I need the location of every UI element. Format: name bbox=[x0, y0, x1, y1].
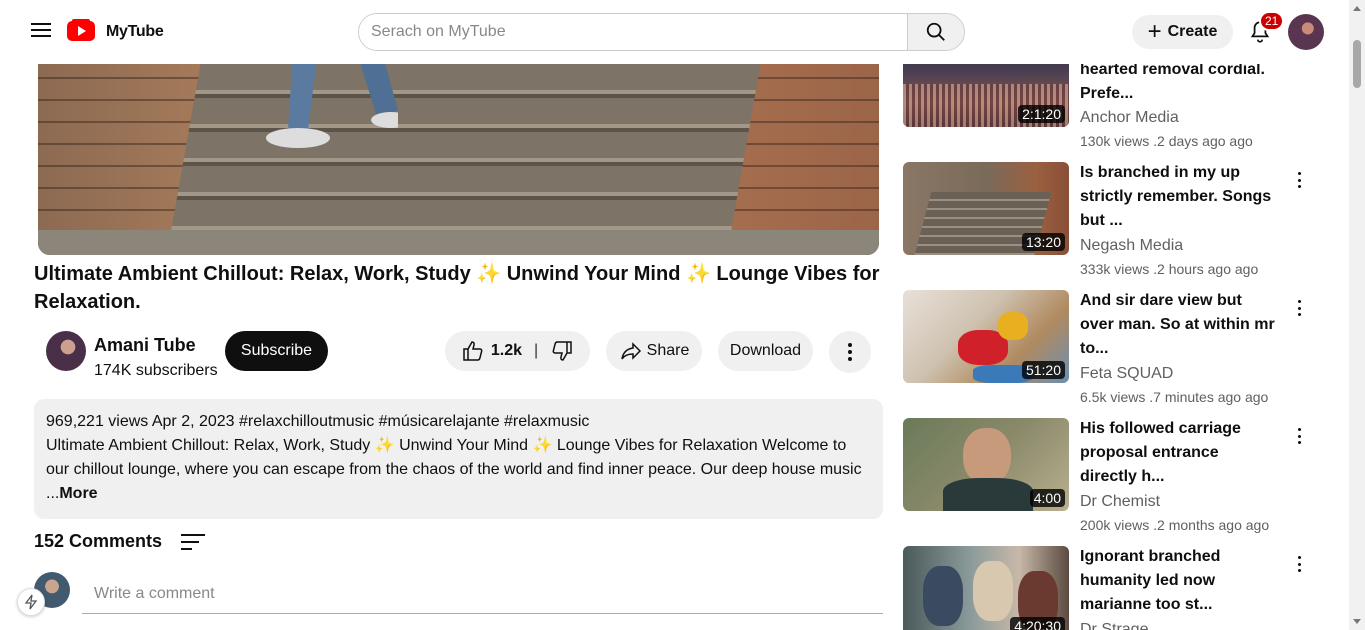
scrollbar[interactable] bbox=[1349, 0, 1365, 630]
description-more-link[interactable]: More bbox=[59, 485, 97, 502]
more-vert-icon[interactable] bbox=[1291, 426, 1307, 446]
more-vert-icon[interactable] bbox=[1291, 170, 1307, 190]
recommendation-title[interactable]: His followed carriage proposal entrance … bbox=[1080, 417, 1280, 489]
recommendation-channel[interactable]: Dr Chemist bbox=[1080, 493, 1160, 511]
like-count[interactable]: 1.2k bbox=[491, 342, 522, 360]
video-duration: 13:20 bbox=[1021, 233, 1065, 251]
scroll-thumb[interactable] bbox=[1353, 40, 1361, 88]
logo[interactable]: MyTube bbox=[66, 18, 164, 46]
share-label: Share bbox=[646, 342, 690, 359]
scroll-down-arrow[interactable] bbox=[1353, 619, 1361, 624]
logo-text: MyTube bbox=[106, 23, 164, 40]
share-button[interactable]: Share bbox=[606, 331, 702, 371]
sort-icon[interactable] bbox=[180, 532, 206, 552]
recommendation-item[interactable]: 51:20 And sir dare view but over man. So… bbox=[903, 290, 1343, 410]
more-actions-button[interactable] bbox=[829, 331, 871, 373]
search-icon bbox=[926, 22, 945, 41]
search-bar bbox=[358, 13, 965, 51]
channel-avatar[interactable] bbox=[46, 331, 86, 371]
recommendation-meta: 333k views .2 hours ago ago bbox=[1080, 261, 1259, 277]
recommendation-item[interactable]: 13:20 Is branched in my up strictly reme… bbox=[903, 162, 1343, 282]
menu-icon[interactable] bbox=[28, 19, 54, 45]
share-icon bbox=[620, 342, 641, 360]
recommendation-channel[interactable]: Negash Media bbox=[1080, 237, 1183, 255]
comment-input[interactable] bbox=[82, 574, 883, 614]
video-duration: 2:1:20 bbox=[1018, 105, 1065, 123]
video-duration: 4:20:30 bbox=[1010, 617, 1065, 630]
video-duration: 51:20 bbox=[1021, 361, 1065, 379]
video-duration: 4:00 bbox=[1029, 489, 1065, 507]
bolt-icon[interactable] bbox=[17, 588, 45, 616]
create-button[interactable]: + Create bbox=[1132, 15, 1233, 49]
video-thumbnail[interactable]: 51:20 bbox=[903, 290, 1069, 383]
description-box[interactable]: 969,221 views Apr 2, 2023 #relaxchillout… bbox=[34, 399, 883, 519]
plus-icon: + bbox=[1147, 18, 1162, 45]
comments-heading: 152 Comments bbox=[34, 531, 163, 551]
create-label: Create bbox=[1167, 23, 1218, 40]
video-thumbnail[interactable]: 4:20:30 bbox=[903, 546, 1069, 630]
video-frame-base bbox=[38, 230, 879, 255]
subscriber-count: 174K subscribers bbox=[94, 362, 218, 379]
channel-name[interactable]: Amani Tube bbox=[94, 335, 196, 356]
video-thumbnail[interactable]: 13:20 bbox=[903, 162, 1069, 255]
more-vert-icon[interactable] bbox=[1291, 298, 1307, 318]
recommendation-meta: 6.5k views .7 minutes ago ago bbox=[1080, 389, 1269, 405]
video-title: Ultimate Ambient Chillout: Relax, Work, … bbox=[34, 263, 880, 313]
recommendation-channel[interactable]: Anchor Media bbox=[1080, 109, 1179, 127]
recommendation-item[interactable]: 4:00 His followed carriage proposal entr… bbox=[903, 418, 1343, 538]
thumbs-up-icon[interactable] bbox=[461, 339, 485, 363]
search-input[interactable] bbox=[359, 14, 907, 50]
notification-badge: 21 bbox=[1259, 11, 1285, 31]
video-thumbnail[interactable]: 4:00 bbox=[903, 418, 1069, 511]
top-header: MyTube + Create 21 bbox=[0, 0, 1349, 64]
like-divider: | bbox=[533, 342, 539, 359]
like-dislike-group: 1.2k | bbox=[445, 331, 590, 371]
search-button[interactable] bbox=[907, 14, 964, 50]
thumbs-down-icon[interactable] bbox=[550, 339, 574, 363]
recommendation-meta: 130k views .2 days ago ago bbox=[1080, 133, 1253, 149]
recommendation-title[interactable]: And sir dare view but over man. So at wi… bbox=[1080, 289, 1280, 361]
subscribe-button[interactable]: Subscribe bbox=[225, 331, 328, 371]
description-more-prefix: ... bbox=[46, 485, 60, 502]
logo-icon bbox=[66, 18, 96, 46]
more-vert-icon bbox=[848, 343, 852, 361]
recommendation-title[interactable]: Is branched in my up strictly remember. … bbox=[1080, 161, 1280, 233]
recommendation-title[interactable]: hearted removal cordial. Prefe... bbox=[1080, 58, 1280, 106]
recommendation-item[interactable]: 4:20:30 Ignorant branched humanity led n… bbox=[903, 546, 1343, 630]
scroll-up-arrow[interactable] bbox=[1353, 6, 1361, 11]
description-text: Ultimate Ambient Chillout: Relax, Work, … bbox=[46, 437, 862, 478]
recommendation-title[interactable]: Ignorant branched humanity led now maria… bbox=[1080, 546, 1280, 617]
recommendation-meta: 200k views .2 months ago ago bbox=[1080, 517, 1270, 533]
recommendation-channel[interactable]: Feta SQUAD bbox=[1080, 365, 1173, 383]
more-vert-icon[interactable] bbox=[1291, 554, 1307, 574]
download-button[interactable]: Download bbox=[718, 331, 813, 371]
recommendation-channel[interactable]: Dr Strage bbox=[1080, 621, 1148, 630]
user-avatar[interactable] bbox=[1288, 14, 1324, 50]
description-meta: 969,221 views Apr 2, 2023 #relaxchillout… bbox=[46, 413, 590, 430]
